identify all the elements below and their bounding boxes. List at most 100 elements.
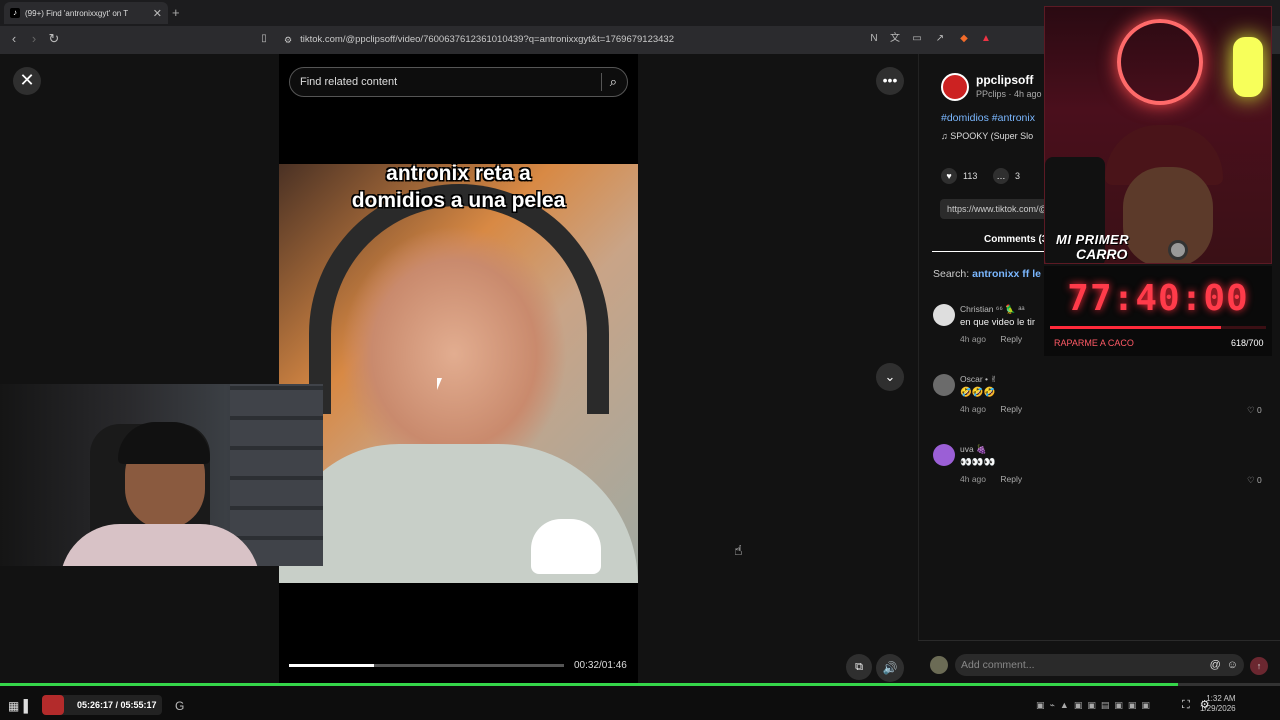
media-time: 05:26:17 / 05:55:17 — [77, 700, 157, 710]
next-video-button[interactable]: ⌄ — [876, 363, 904, 391]
close-tab-icon[interactable]: ✕ — [153, 7, 162, 20]
goal-progress-fill — [1050, 326, 1221, 329]
picture-in-picture-button[interactable]: ⧉ — [846, 654, 872, 680]
neon-light — [1233, 37, 1263, 97]
like-count[interactable]: ♥ 113 — [941, 168, 977, 184]
comment-search-suggestion[interactable]: Search: antronixx ff le — [933, 268, 1041, 280]
comment-bubble-icon[interactable]: … — [993, 168, 1009, 184]
emoji-icon[interactable]: ☺ — [1227, 659, 1238, 671]
search-suggestion-label: Search: — [933, 268, 970, 280]
volume-button[interactable]: 🔊 — [876, 654, 904, 682]
reload-icon[interactable]: ↻ — [46, 31, 62, 47]
post-music[interactable]: ♫ SPOOKY (Super Slo — [941, 131, 1033, 141]
post-hashtags[interactable]: #domidios #antronix — [941, 112, 1035, 124]
comment-time: 4h ago — [960, 404, 986, 414]
comment-text: 🤣🤣🤣 — [960, 387, 996, 398]
copy-link-field[interactable]: https://www.tiktok.com/@ppclipsoff/video — [940, 199, 1050, 219]
translate-icon[interactable]: 文 — [889, 33, 901, 45]
streamer-facecam — [0, 384, 323, 566]
reply-button[interactable]: Reply — [1000, 334, 1022, 344]
commenter-name[interactable]: uva 🍇 — [960, 444, 987, 455]
heart-outline-icon[interactable]: ♡ — [1247, 475, 1255, 485]
new-tab-button[interactable]: + — [172, 5, 180, 20]
clock-time: 1:32 AM — [1206, 694, 1236, 703]
system-tray-icons[interactable]: ▣⌁▲▣▣▤▣▣▣ — [1036, 700, 1155, 711]
send-comment-button[interactable]: ↑ — [1250, 657, 1268, 675]
comment-text: 👀👀👀 — [960, 457, 996, 468]
more-options-button[interactable]: ••• — [876, 67, 904, 95]
comment-meta: 4h ago Reply — [960, 334, 1022, 344]
caption-line-2: domidios a una pelea — [351, 189, 566, 212]
reply-button[interactable]: Reply — [1000, 404, 1022, 414]
add-comment-field[interactable]: @ ☺ — [955, 654, 1244, 676]
url-text: tiktok.com/@ppclipsoff/video/76006376123… — [300, 34, 675, 45]
video-caption: antronix reta a domidios a una pelea — [279, 160, 638, 214]
search-suggestion-term[interactable]: antronixx ff le — [972, 268, 1041, 280]
comment-time: 4h ago — [960, 474, 986, 484]
goal-badge: MI PRIMER CARRO — [1056, 232, 1188, 262]
caption-line-1: antronix reta a — [386, 162, 531, 185]
start-menu-icon[interactable]: ▦▐ — [8, 699, 28, 713]
close-video-button[interactable]: ✕ — [13, 67, 41, 95]
search-divider — [600, 73, 602, 91]
url-field[interactable]: ⚙ tiktok.com/@ppclipsoff/video/760063761… — [284, 31, 844, 49]
goal-progress-bar — [1050, 326, 1266, 329]
mouse-cursor-arrow — [437, 378, 447, 390]
cast-icon[interactable]: ▭ — [911, 33, 923, 45]
app-g-icon[interactable]: G — [175, 699, 184, 713]
video-timecode: 00:32/01:46 — [574, 660, 627, 671]
heart-outline-icon[interactable]: ♡ — [1247, 405, 1255, 415]
facecam-background-shelf — [230, 384, 323, 566]
video-progress-bar[interactable] — [289, 664, 564, 667]
goal-count: 618/700 — [1231, 338, 1264, 348]
reply-button[interactable]: Reply — [1000, 474, 1022, 484]
commenter-name[interactable]: Oscar • ✌ — [960, 374, 998, 385]
search-icon[interactable]: ⌕ — [610, 74, 617, 90]
browser-tab[interactable]: ♪ (99+) Find 'antronixxgyt' on T ✕ — [4, 2, 168, 24]
related-search-bar[interactable]: ⌕ — [289, 67, 628, 97]
tiktok-favicon-icon: ♪ — [10, 8, 20, 18]
share-icon[interactable]: ↗ — [934, 33, 946, 45]
comment-count-value: 3 — [1015, 171, 1021, 181]
second-streamer-cam — [1044, 6, 1272, 264]
comment-count[interactable]: … 3 — [993, 168, 1020, 184]
wheel-icon — [1168, 240, 1188, 260]
commenter-avatar[interactable] — [933, 444, 955, 466]
goal-label: RAPARME A CACO — [1054, 338, 1134, 348]
clock-date: 1/29/2026 — [1200, 704, 1236, 713]
like-count-value: 113 — [963, 171, 978, 181]
brave-rewards-icon[interactable]: ▲ — [980, 33, 992, 45]
add-comment-input[interactable] — [961, 659, 1204, 671]
forward-icon[interactable]: › — [26, 31, 42, 46]
tab-title: (99+) Find 'antronixxgyt' on T — [25, 8, 129, 18]
commenter-name[interactable]: Christian ⁶⁶ 🦜 ᵃᵃ — [960, 304, 1025, 315]
mention-icon[interactable]: @ — [1210, 659, 1221, 671]
comment-like-count: 0 — [1257, 475, 1262, 485]
comment-meta: 4h ago Reply — [960, 404, 1022, 414]
user-avatar[interactable] — [930, 656, 948, 674]
commenter-avatar[interactable] — [933, 304, 955, 326]
comment-like-count: 0 — [1257, 405, 1262, 415]
comment-like[interactable]: ♡ 0 — [1247, 405, 1262, 416]
badge-line-2: CARRO — [1076, 246, 1128, 262]
badge-line-1: MI PRIMER — [1056, 232, 1130, 247]
back-icon[interactable]: ‹ — [6, 31, 22, 46]
creator-username[interactable]: ppclipsoff — [976, 73, 1033, 87]
comment-like[interactable]: ♡ 0 — [1247, 475, 1262, 486]
comment-text: en que video le tir — [960, 317, 1035, 328]
video-progress-fill — [289, 664, 375, 667]
video-frame[interactable] — [279, 164, 638, 583]
bookmark-icon[interactable]: ▯ — [258, 33, 270, 45]
creator-subtitle: PPclips · 4h ago — [976, 89, 1042, 99]
comment-meta: 4h ago Reply — [960, 474, 1022, 484]
creator-avatar[interactable] — [941, 73, 969, 101]
tab-comments[interactable]: Comments (3 — [984, 234, 1047, 245]
taskbar-clock[interactable]: 1:32 AM 1/29/2026 — [1200, 694, 1236, 714]
commenter-avatar[interactable] — [933, 374, 955, 396]
translate-off-icon[interactable]: N — [868, 33, 880, 45]
media-player-avatar — [42, 695, 64, 715]
related-search-input[interactable] — [300, 76, 593, 88]
brave-shield-icon[interactable]: ◆ — [958, 33, 970, 45]
site-info-icon[interactable]: ⚙ — [284, 31, 292, 49]
heart-icon[interactable]: ♥ — [941, 168, 957, 184]
